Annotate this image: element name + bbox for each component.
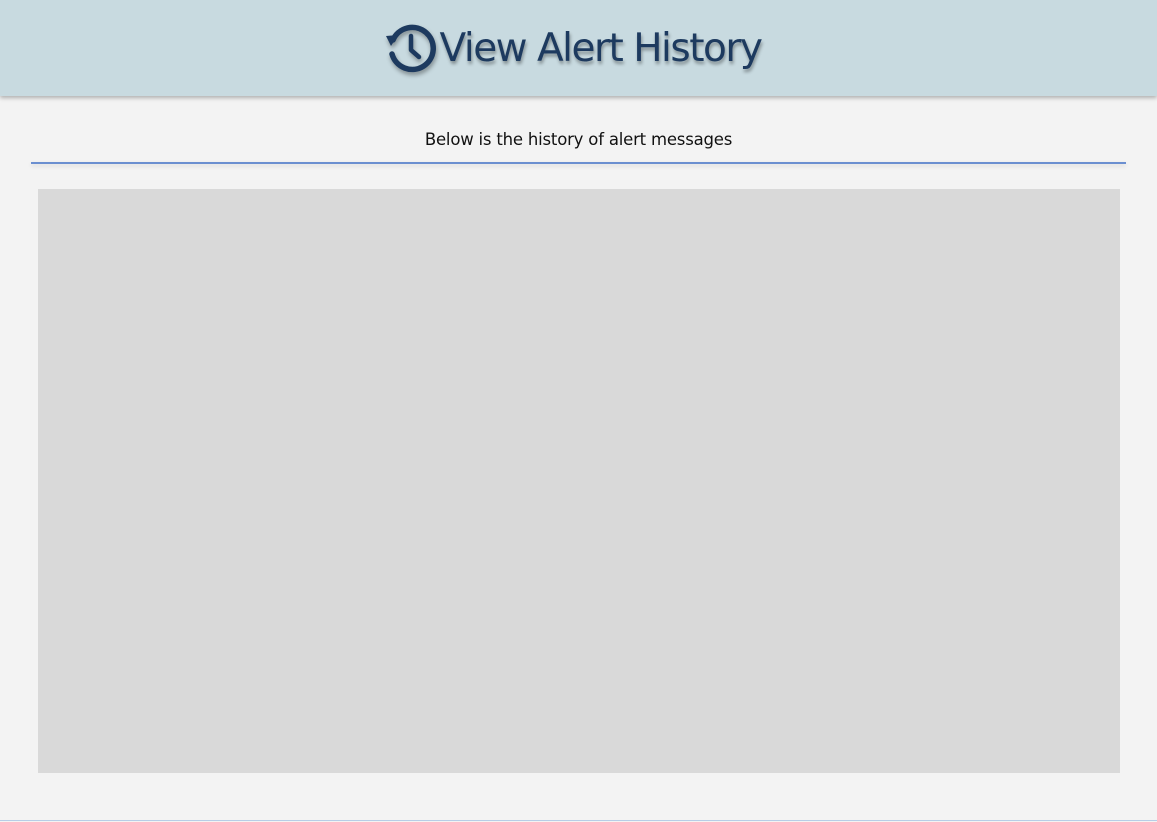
alert-history-panel — [38, 189, 1120, 773]
page-title: View Alert History — [439, 25, 763, 71]
page-header: View Alert History — [0, 0, 1157, 96]
footer-border — [0, 820, 1157, 821]
page-subtitle: Below is the history of alert messages — [424, 130, 733, 149]
header-title-group: View Alert History — [384, 22, 763, 74]
history-icon — [385, 24, 436, 73]
header-divider — [31, 162, 1126, 164]
